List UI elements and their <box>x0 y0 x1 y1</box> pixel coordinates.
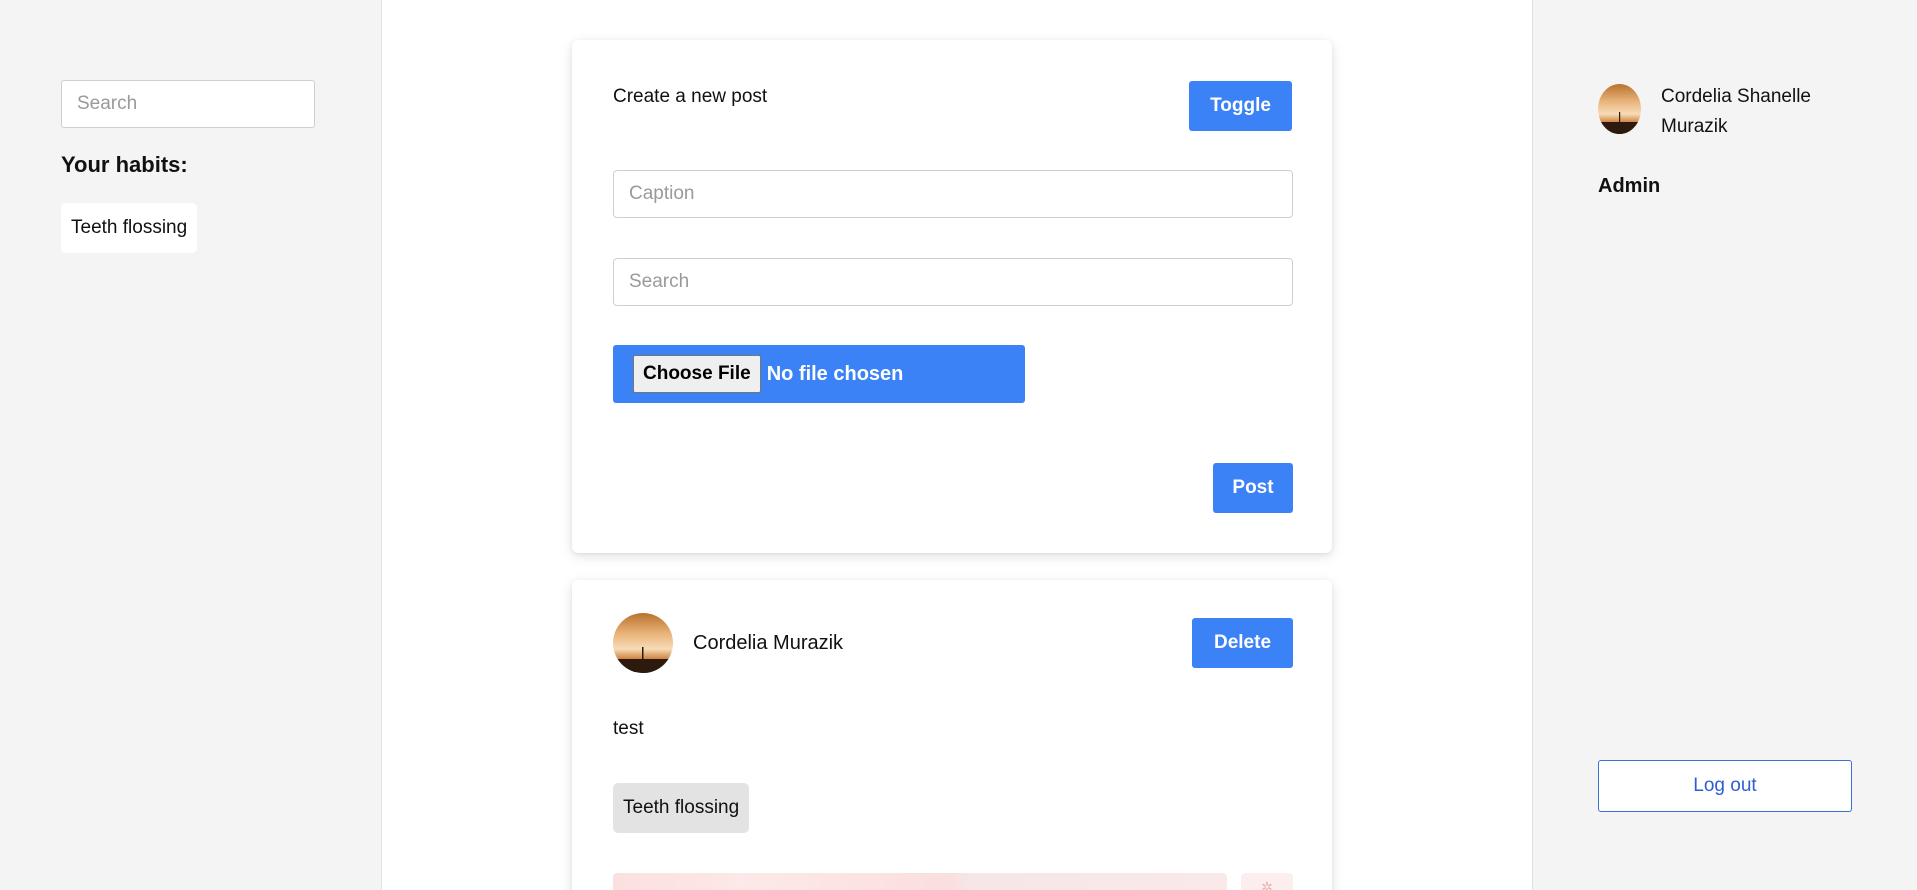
habit-item-teeth-flossing[interactable]: Teeth flossing <box>61 203 198 253</box>
create-post-title: Create a new post <box>613 86 768 107</box>
choose-file-button[interactable]: Choose File <box>633 355 761 393</box>
avatar[interactable] <box>613 613 673 673</box>
caption-input[interactable] <box>613 170 1293 218</box>
post-image <box>613 873 1227 890</box>
post-action-icon[interactable]: ✲ <box>1241 873 1293 890</box>
post-button[interactable]: Post <box>1213 463 1293 513</box>
post-author-name[interactable]: Cordelia Murazik <box>693 632 843 655</box>
file-picker[interactable]: Choose File No file chosen <box>613 345 1025 403</box>
post-caption: test <box>613 718 644 739</box>
user-role-label: Admin <box>1598 175 1661 197</box>
file-status-text: No file chosen <box>766 362 904 385</box>
create-post-card: Create a new post Toggle Choose File No … <box>572 40 1332 553</box>
habit-search-input[interactable] <box>613 258 1293 306</box>
logout-button[interactable]: Log out <box>1598 760 1852 812</box>
habits-heading: Your habits: <box>61 152 188 177</box>
right-sidebar: Cordelia Shanelle Murazik Admin Log out <box>1533 0 1917 890</box>
sunset-photo-avatar-icon <box>613 613 673 673</box>
avatar[interactable] <box>1598 84 1641 134</box>
post-card: Cordelia Murazik Delete test Teeth floss… <box>572 580 1332 890</box>
post-habit-tag: Teeth flossing <box>613 783 750 833</box>
current-user-name[interactable]: Cordelia Shanelle Murazik <box>1661 82 1851 142</box>
sidebar-search-input[interactable] <box>61 80 315 128</box>
toggle-button[interactable]: Toggle <box>1189 81 1292 131</box>
feed-column: Create a new post Toggle Choose File No … <box>381 0 1533 890</box>
sunset-photo-avatar-icon <box>1598 84 1641 134</box>
left-sidebar: Your habits: Teeth flossing <box>0 0 381 890</box>
delete-button[interactable]: Delete <box>1192 618 1293 668</box>
